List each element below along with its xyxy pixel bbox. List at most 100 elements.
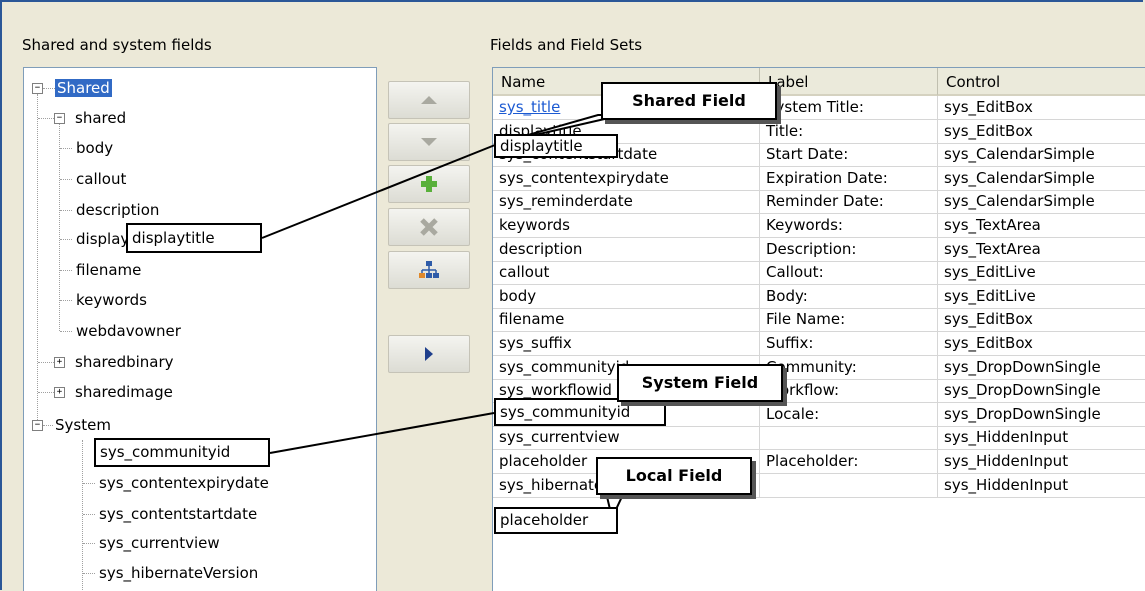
hierarchy-icon (419, 261, 439, 278)
tree-line (83, 543, 95, 544)
tree-line (37, 94, 38, 424)
tree-item-sys-hibernateversion[interactable]: sys_hibernateVersion (99, 563, 258, 583)
cell-control: sys_DropDownSingle (938, 403, 1145, 426)
callout-shared-field: Shared Field (601, 82, 777, 120)
tree-node-shared[interactable]: shared (75, 108, 126, 128)
cell-name: keywords (493, 214, 760, 237)
table-row[interactable]: body Body: sys_EditLive (493, 284, 1145, 309)
cell-label: Expiration Date: (760, 166, 938, 190)
tree-item-keywords[interactable]: keywords (76, 290, 147, 310)
collapse-toggle-icon[interactable]: − (32, 420, 43, 431)
tree-item-sys-contentexpirydate[interactable]: sys_contentexpirydate (99, 473, 269, 493)
tree-line (43, 425, 53, 426)
tree-item-description[interactable]: description (76, 200, 159, 220)
cell-label: Community: (760, 355, 938, 379)
cell-label: Body: (760, 284, 938, 308)
cell-name: filename (493, 308, 760, 332)
remove-button[interactable] (388, 208, 470, 246)
tree-node-label: callout (76, 170, 127, 188)
tree-node-label: sys_hibernateVersion (99, 564, 259, 582)
table-row[interactable]: sys_contentexpirydate Expiration Date: sys… (493, 166, 1145, 191)
cell-label: Title: (760, 119, 938, 143)
highlight-box-table-placeholder: placeholder (494, 507, 618, 534)
tree-node-label: body (76, 139, 114, 157)
tree-line (60, 148, 72, 149)
highlight-box-table-displaytitle: displaytitle (494, 134, 618, 158)
tree-node-label: filename (76, 261, 142, 279)
cell-control: sys_EditLive (938, 285, 1145, 308)
cell-label: Placeholder: (760, 450, 938, 473)
highlight-box-table-sys-communityid: sys_communityid (494, 398, 666, 426)
cell-label: Locale: (760, 402, 938, 426)
table-row[interactable]: sys_communityid Community: sys_DropDownSin… (493, 355, 1145, 380)
cell-control: sys_HiddenInput (938, 450, 1145, 473)
down-arrow-icon (421, 138, 437, 146)
cell-name: sys_reminderdate (493, 190, 760, 214)
table-row[interactable]: description Description: sys_TextArea (493, 237, 1145, 262)
cell-control: sys_TextArea (938, 214, 1145, 237)
tree-item-body[interactable]: body (76, 138, 113, 158)
right-arrow-icon (425, 347, 433, 361)
tree-line (60, 210, 72, 211)
add-button[interactable] (388, 165, 470, 203)
tree-line (60, 239, 72, 240)
table-row[interactable]: placeholder Placeholder: sys_HiddenInput (493, 450, 1145, 474)
cell-label: Reminder Date: (760, 190, 938, 214)
move-down-button[interactable] (388, 123, 470, 161)
left-panel-title: Shared and system fields (22, 36, 212, 54)
cell-control: sys_EditBox (938, 308, 1145, 331)
cell-name: sys_currentview (493, 426, 760, 450)
tree-node-sharedimage[interactable]: sharedimage (75, 382, 173, 402)
table-row[interactable]: callout Callout: sys_EditLive (493, 261, 1145, 286)
tree-item-filename[interactable]: filename (76, 260, 141, 280)
table-row[interactable]: sys_hibernateVersion sys_HiddenInput (493, 473, 1145, 498)
expand-toggle-icon[interactable]: + (54, 387, 65, 398)
tree-item-sys-contentstartdate[interactable]: sys_contentstartdate (99, 504, 257, 524)
column-header-label[interactable]: Label (760, 68, 938, 96)
table-row[interactable]: sys_reminderdate Reminder Date: sys_Calend… (493, 190, 1145, 215)
cell-control: sys_EditBox (938, 332, 1145, 355)
move-up-button[interactable] (388, 81, 470, 119)
tree-node-shared-root[interactable]: Shared (55, 78, 112, 98)
tree-node-system-root[interactable]: System (55, 415, 111, 435)
tree-item-callout[interactable]: callout (76, 169, 126, 189)
table-row[interactable]: sys_suffix Suffix: sys_EditBox (493, 332, 1145, 356)
tree-line (83, 514, 95, 515)
collapse-toggle-icon[interactable]: − (32, 83, 43, 94)
cell-control: sys_EditBox (938, 96, 1145, 119)
expand-button[interactable] (388, 335, 470, 373)
table-row[interactable]: sys_currentview sys_HiddenInput (493, 426, 1145, 451)
tree-line (60, 270, 72, 271)
cell-control: sys_EditBox (938, 120, 1145, 143)
collapse-toggle-icon[interactable]: − (54, 113, 65, 124)
tree-node-label: shared (75, 109, 127, 127)
table-row[interactable]: keywords Keywords: sys_TextArea (493, 214, 1145, 238)
tree-item-sys-currentview[interactable]: sys_currentview (99, 533, 220, 553)
cell-control: sys_DropDownSingle (938, 356, 1145, 379)
tree-line (60, 331, 72, 332)
tree-node-label: sys_contentstartdate (99, 505, 258, 523)
tree-node-label: System (55, 416, 111, 434)
hierarchy-button[interactable] (388, 251, 470, 289)
cell-control: sys_CalendarSimple (938, 167, 1145, 190)
cell-label: Keywords: (760, 214, 938, 237)
tree-item-webdavowner[interactable]: webdavowner (76, 321, 181, 341)
tree-line (83, 483, 95, 484)
table-row[interactable]: sys_title System Title: sys_EditBox (493, 96, 1145, 120)
highlight-box-sys-communityid: sys_communityid (94, 438, 270, 467)
column-header-control[interactable]: Control (938, 68, 1145, 96)
table-row[interactable]: filename File Name: sys_EditBox (493, 308, 1145, 333)
cell-label: Description: (760, 237, 938, 261)
cell-name: body (493, 284, 760, 308)
cell-control: sys_HiddenInput (938, 426, 1145, 449)
callout-local-field: Local Field (596, 457, 752, 495)
tree-node-sharedbinary[interactable]: sharedbinary (75, 352, 174, 372)
tree-node-label: webdavowner (76, 322, 181, 340)
tree-line (82, 440, 83, 590)
expand-toggle-icon[interactable]: + (54, 357, 65, 368)
fields-tree[interactable]: − Shared − shared body callout descripti… (23, 67, 377, 591)
cell-label: Callout: (760, 261, 938, 285)
right-panel-title: Fields and Field Sets (490, 36, 643, 54)
tree-node-label: sharedimage (75, 383, 173, 401)
highlight-box-displaytitle: displaytitle (126, 223, 262, 253)
